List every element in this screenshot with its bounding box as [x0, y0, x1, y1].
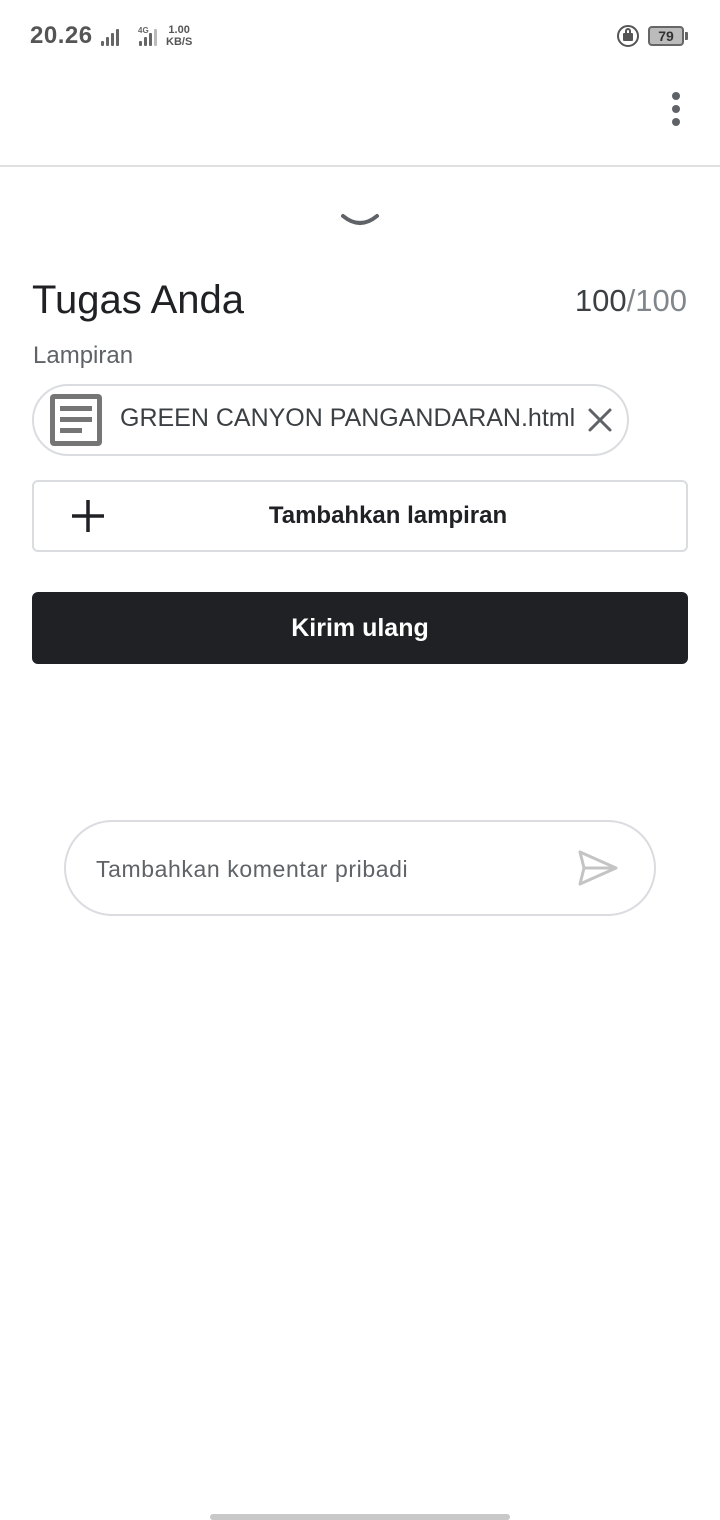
signal-strength-icon-2 [139, 26, 157, 46]
rotation-lock-body [623, 33, 633, 41]
grade-total: /100 [626, 283, 687, 318]
home-indicator[interactable] [210, 1514, 510, 1520]
private-comment-input[interactable] [96, 852, 556, 886]
more-vert-icon[interactable] [664, 88, 688, 130]
signal-strength-icon [101, 26, 119, 46]
status-time: 20.26 [30, 22, 93, 49]
header-divider [0, 165, 720, 167]
attachment-name: GREEN CANYON PANGANDARAN.html [120, 404, 576, 432]
network-speed: 1.00 KB/S [166, 24, 192, 48]
network-speed-value: 1.00 [168, 24, 190, 36]
add-attachment-label: Tambahkan lampiran [268, 502, 508, 529]
status-bar: 20.26 4G 1.00 KB/S 79 [0, 0, 720, 74]
network-speed-unit: KB/S [166, 36, 193, 48]
grade-earned: 100 [574, 283, 627, 318]
send-icon[interactable] [574, 846, 622, 890]
attachments-label: Lampiran [33, 342, 134, 369]
document-icon [48, 392, 104, 448]
battery-tip [685, 32, 688, 40]
grade: 100/100 [575, 283, 687, 319]
chevron-down-icon[interactable] [336, 206, 384, 234]
close-icon[interactable] [584, 404, 616, 436]
resubmit-label: Kirim ulang [291, 613, 429, 642]
resubmit-button[interactable]: Kirim ulang [32, 592, 688, 664]
page-title: Tugas Anda [32, 278, 245, 322]
battery-icon: 79 [648, 26, 684, 46]
